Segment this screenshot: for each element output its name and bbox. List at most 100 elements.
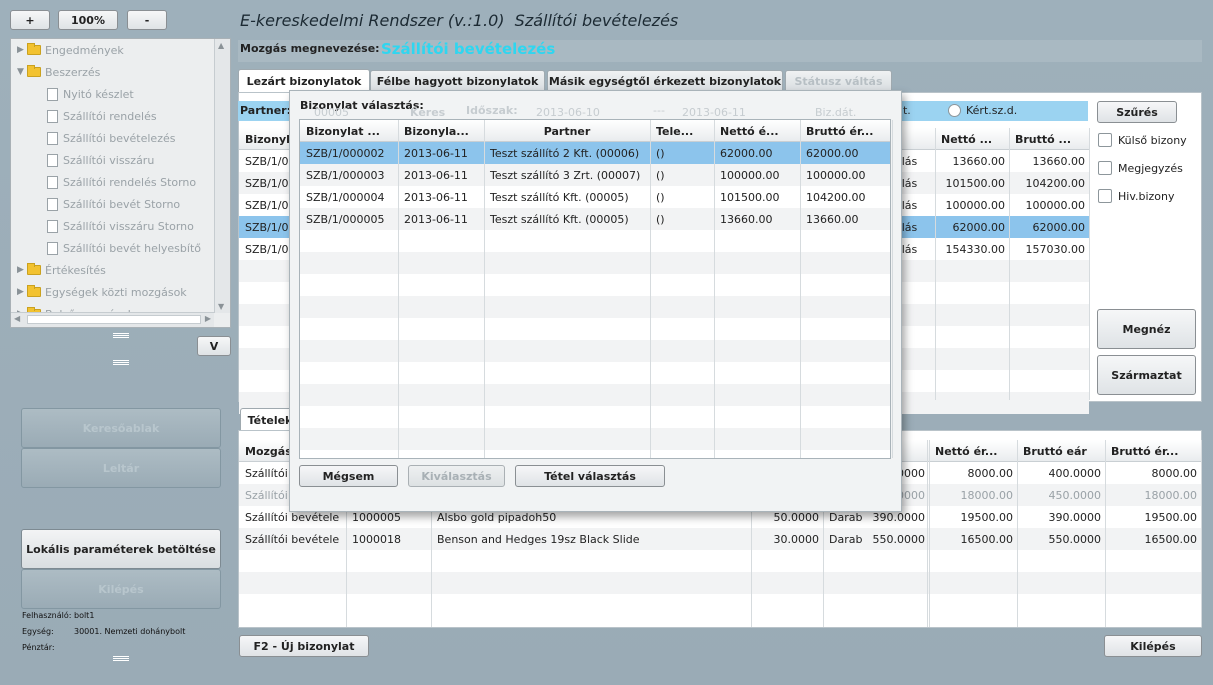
scroll-down-icon[interactable]: ▼ bbox=[218, 302, 224, 311]
dialog-grid[interactable]: Bizonylat ... Bizonyla... Partner Tele... Ne… bbox=[299, 119, 893, 459]
tree-item[interactable]: Szállítói visszáru Storno bbox=[47, 215, 194, 237]
column-header[interactable]: Nettó é... bbox=[714, 120, 800, 142]
table-cell: 390.0000 bbox=[1048, 510, 1102, 524]
scroll-up-icon[interactable]: ▲ bbox=[218, 41, 224, 50]
table-row[interactable] bbox=[300, 406, 890, 428]
official-doc-label: Hiv.bizony bbox=[1118, 190, 1175, 203]
load-local-params-button[interactable]: Lokális paraméterek betöltése bbox=[21, 529, 221, 569]
table-cell: 8000.00 bbox=[1151, 466, 1198, 480]
column-header[interactable]: Bizonylat ... bbox=[300, 120, 398, 142]
table-row[interactable] bbox=[300, 384, 890, 406]
table-cell: SZB/1/000003 bbox=[306, 168, 385, 182]
select-item-button[interactable]: Tétel választás bbox=[515, 465, 665, 487]
scroll-right-icon[interactable]: ▶ bbox=[205, 314, 211, 323]
left-exit-button[interactable]: Kilépés bbox=[21, 569, 221, 609]
table-row[interactable] bbox=[300, 252, 890, 274]
tree-item[interactable]: ▶ Engedmények bbox=[17, 39, 124, 61]
table-cell: 16500.00 bbox=[1144, 532, 1198, 546]
collapse-button[interactable]: V bbox=[197, 336, 231, 356]
date-from[interactable]: 2013-06-10 bbox=[536, 106, 600, 119]
table-row[interactable] bbox=[300, 296, 890, 318]
column-header[interactable]: Nettó ... bbox=[935, 128, 1009, 150]
table-row[interactable] bbox=[239, 594, 1201, 616]
new-document-button[interactable]: F2 - Új bizonylat bbox=[239, 635, 369, 657]
tree-item[interactable]: ▶ Egységek közti mozgások bbox=[17, 281, 187, 303]
column-header[interactable]: Bizonyla... bbox=[398, 120, 484, 142]
panel-resize-grip[interactable] bbox=[113, 360, 129, 365]
cancel-button[interactable]: Mégsem bbox=[299, 465, 398, 487]
tree-resize-grip[interactable] bbox=[113, 333, 129, 338]
search-window-button[interactable]: Keresőablak bbox=[21, 408, 221, 448]
external-doc-checkbox[interactable] bbox=[1098, 133, 1112, 147]
partner-value: 00005 bbox=[314, 106, 349, 119]
zoom-in-button[interactable]: + bbox=[10, 10, 50, 30]
navigation-tree[interactable]: ▶ Engedmények ▼ Beszerzés Nyitó készlet Száll… bbox=[10, 38, 231, 328]
tree-item-label: Egységek közti mozgások bbox=[45, 285, 187, 299]
document-selection-dialog: Bizonylat választás: 00005 Keres Időszak… bbox=[289, 90, 902, 512]
scroll-thumb[interactable] bbox=[27, 315, 201, 324]
tree-item[interactable]: Szállítói visszáru bbox=[47, 149, 154, 171]
exit-button[interactable]: Kilépés bbox=[1104, 635, 1202, 657]
table-row[interactable] bbox=[300, 362, 890, 384]
tab-0[interactable]: Lezárt bizonylatok bbox=[238, 69, 370, 92]
column-header[interactable]: Bruttó ... bbox=[1009, 128, 1089, 150]
column-header[interactable]: Bruttó ér... bbox=[1105, 440, 1201, 462]
tree-item[interactable]: Szállítói rendelés Storno bbox=[47, 171, 196, 193]
table-row[interactable] bbox=[239, 550, 1201, 572]
table-row[interactable] bbox=[239, 572, 1201, 594]
tree-item[interactable]: Szállítói bevételezés bbox=[47, 127, 175, 149]
expand-right-icon[interactable]: ▶ bbox=[17, 45, 27, 55]
view-button[interactable]: Megnéz bbox=[1097, 309, 1196, 349]
table-cell: 154330.00 bbox=[945, 242, 1006, 256]
derive-button[interactable]: Származtat bbox=[1097, 355, 1196, 395]
column-header[interactable]: Bruttó eár bbox=[1017, 440, 1105, 462]
bottom-resize-grip[interactable] bbox=[113, 656, 129, 661]
zoom-out-button[interactable]: - bbox=[127, 10, 167, 30]
tree-item[interactable]: ▶ Értékesítés bbox=[17, 259, 106, 281]
table-cell: () bbox=[656, 168, 665, 182]
table-row[interactable] bbox=[300, 428, 890, 450]
app-title: E-kereskedelmi Rendszer (v.:1.0) Szállít… bbox=[240, 11, 678, 30]
expand-right-icon[interactable]: ▶ bbox=[17, 287, 27, 297]
filter-button[interactable]: Szűrés bbox=[1097, 101, 1177, 123]
tree-horizontal-scrollbar[interactable]: ◀ ▶ bbox=[11, 312, 214, 327]
table-row[interactable] bbox=[300, 274, 890, 296]
movement-value: Szállítói bevételezés bbox=[381, 40, 556, 58]
inventory-button[interactable]: Leltár bbox=[21, 448, 221, 488]
unit-label: Egység: bbox=[22, 627, 54, 636]
zoom-level-button[interactable]: 100% bbox=[58, 10, 118, 30]
scroll-left-icon[interactable]: ◀ bbox=[14, 314, 20, 323]
tree-item[interactable]: Szállítói bevét helyesbítő bbox=[47, 237, 201, 259]
select-button[interactable]: Kiválasztás bbox=[408, 465, 505, 487]
tree-item[interactable]: Szállítói bevét Storno bbox=[47, 193, 180, 215]
expand-right-icon[interactable]: ▶ bbox=[17, 265, 27, 275]
tree-item[interactable]: Nyitó készlet bbox=[47, 83, 134, 105]
radio-kert-szd[interactable] bbox=[948, 104, 961, 117]
column-divider bbox=[892, 120, 893, 458]
tree-vertical-scrollbar[interactable]: ▲ ▼ bbox=[214, 39, 230, 313]
document-icon bbox=[47, 175, 58, 189]
tree-item[interactable]: ▼ Beszerzés bbox=[17, 61, 100, 83]
tree-item-label: Szállítói bevét helyesbítő bbox=[63, 241, 201, 255]
column-header[interactable]: Partner bbox=[484, 120, 650, 142]
tab-1[interactable]: Félbe hagyott bizonylatok bbox=[370, 70, 545, 91]
column-header[interactable]: Nettó ér... bbox=[929, 440, 1017, 462]
tree-item[interactable]: Szállítói rendelés bbox=[47, 105, 157, 127]
table-row[interactable] bbox=[300, 230, 890, 252]
table-cell: SZB/1/000005 bbox=[306, 212, 385, 226]
date-to[interactable]: 2013-06-11 bbox=[682, 106, 746, 119]
comment-checkbox[interactable] bbox=[1098, 161, 1112, 175]
tab-3[interactable]: Státusz váltás bbox=[785, 70, 892, 91]
table-cell: 13660.00 bbox=[720, 212, 773, 226]
official-doc-checkbox[interactable] bbox=[1098, 189, 1112, 203]
table-cell: 13660.00 bbox=[952, 154, 1006, 168]
search-button[interactable]: Keres bbox=[410, 106, 445, 119]
table-row[interactable] bbox=[300, 318, 890, 340]
column-header[interactable]: Tele... bbox=[650, 120, 714, 142]
column-header[interactable]: Bruttó ér... bbox=[800, 120, 892, 142]
table-row[interactable] bbox=[300, 340, 890, 362]
expand-down-icon[interactable]: ▼ bbox=[17, 67, 27, 77]
tree-item-label: Nyitó készlet bbox=[63, 87, 134, 101]
tab-2[interactable]: Másik egységtől érkezett bizonylatok bbox=[547, 70, 783, 91]
table-cell: 450.0000 bbox=[1048, 488, 1102, 502]
